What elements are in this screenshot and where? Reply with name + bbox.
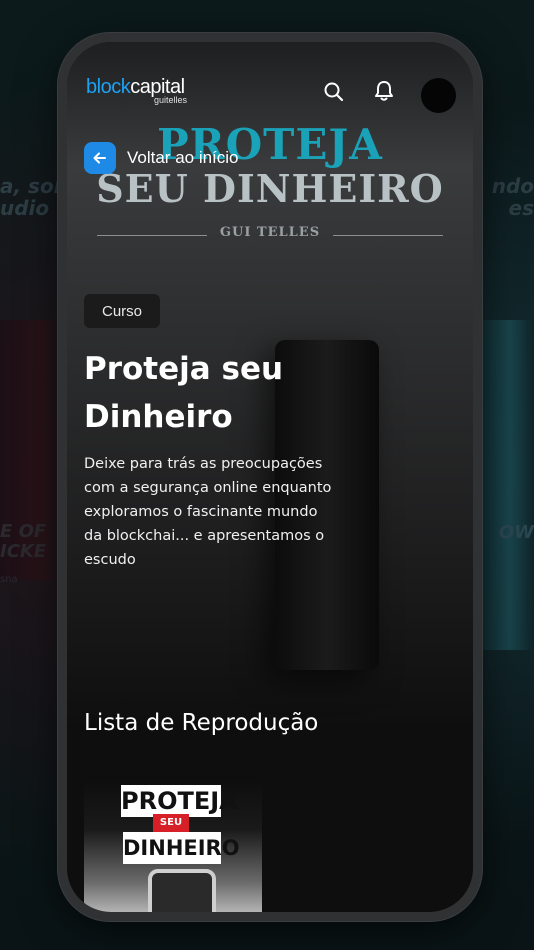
backdrop-text-line: E OF [0,521,47,542]
course-description: Deixe para trás as preocupações com a se… [84,456,332,568]
avatar[interactable] [421,78,456,113]
logo-subtitle: guitelles [154,95,188,105]
arrow-left-icon [93,152,106,164]
back-label[interactable]: Voltar ao início [127,148,239,168]
backdrop-text-right: ndo es [492,175,534,219]
course-title: Proteja seu Dinheiro [84,351,284,435]
back-button[interactable] [84,142,116,174]
course-badge: Curso [84,294,160,328]
bell-icon[interactable] [370,77,398,105]
phone-screen: PROTEJA SEU DINHEIRO GUI TELLES blockcap… [67,42,473,912]
backdrop-thumbnail-right [474,320,534,650]
backdrop-text-line: ndo [491,174,534,198]
phone-frame: PROTEJA SEU DINHEIRO GUI TELLES blockcap… [58,33,482,921]
thumbnail-title-line3: DINHEIRO [123,832,240,864]
logo-block-text: block [86,76,131,98]
hero-author: GUI TELLES [219,225,321,240]
back-to-home[interactable]: Voltar ao início [84,142,239,174]
backdrop-text-right-2: OW [498,522,534,543]
backdrop-text-left-2: E OF ICKE sna [0,522,46,590]
thumbnail-title-line1: PROTEJA [121,785,238,817]
thumbnail-title-line2: SEU [153,814,189,832]
top-bar: blockcapital guitelles [67,42,473,122]
search-icon[interactable] [320,78,348,106]
playlist-heading: Lista de Reprodução [84,710,319,736]
backdrop-text-line: sna [0,574,18,585]
thumbnail-device-image [148,869,216,912]
playlist-item-thumbnail[interactable]: PROTEJA SEU DINHEIRO [84,777,262,912]
backdrop-text-line: ICKE [0,541,47,562]
backdrop-text-line: es [508,196,534,220]
logo[interactable]: blockcapital guitelles [86,76,196,120]
